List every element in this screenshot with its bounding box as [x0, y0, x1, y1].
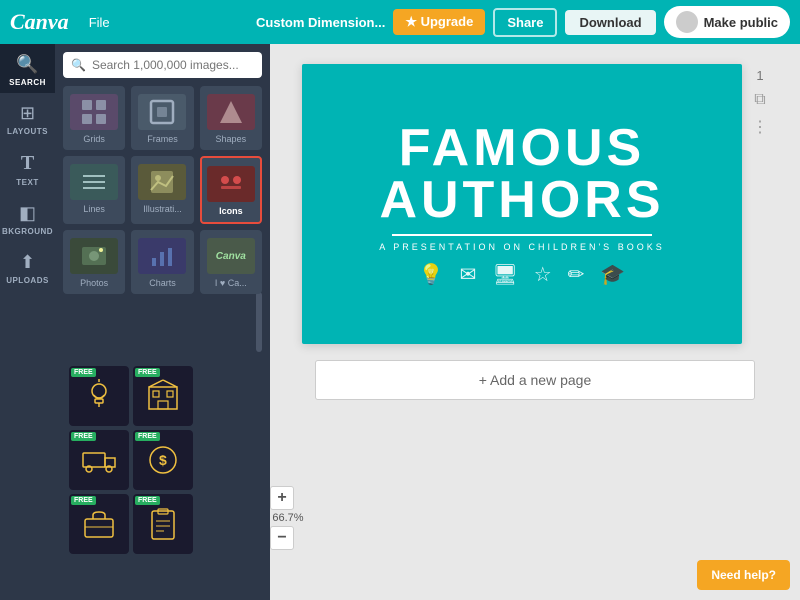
grid-item-lines[interactable]: Lines: [63, 156, 125, 224]
free-badge-5: FREE: [71, 496, 96, 505]
scroll-indicator: [256, 292, 262, 352]
canvas-icon-pencil: ✏: [568, 262, 585, 287]
canvas-icon-grad: 🎓: [600, 262, 625, 287]
search-panel: 🔍 Grids: [55, 44, 270, 600]
canvas-divider: [392, 234, 652, 236]
icon-pack-truck[interactable]: FREE: [69, 430, 129, 490]
icon-pack-briefcase[interactable]: FREE: [69, 494, 129, 554]
search-input-wrapper: 🔍: [63, 52, 262, 78]
canva-label: I ♥ Ca...: [215, 278, 247, 288]
main-layout: 🔍 SEARCH ⊞ LAYOUTS T TEXT ◧ BKGROUND ⬆ U…: [0, 44, 800, 600]
icon-pack-money[interactable]: FREE $: [133, 430, 193, 490]
icons-thumbnail: [207, 166, 255, 202]
app-logo: Canva: [10, 9, 69, 35]
frames-thumbnail: [138, 94, 186, 130]
canva-thumbnail: Canva: [207, 238, 255, 274]
frames-label: Frames: [147, 134, 178, 144]
grid-item-frames[interactable]: Frames: [131, 86, 193, 150]
canvas-subtitle: A PRESENTATION ON CHILDREN'S BOOKS: [379, 242, 664, 252]
grid-item-photos[interactable]: Photos: [63, 230, 125, 294]
svg-text:$: $: [159, 452, 167, 468]
icon-grid: FREE FREE: [69, 366, 256, 554]
make-public-button[interactable]: Make public: [664, 6, 790, 38]
grid-item-illustrations[interactable]: Illustrati...: [131, 156, 193, 224]
uploads-icon: ⬆: [20, 252, 35, 273]
shapes-thumbnail: [207, 94, 255, 130]
background-icon: ◧: [19, 203, 36, 224]
page-number: 1: [752, 68, 768, 83]
sidebar-item-background[interactable]: ◧ BKGROUND: [0, 193, 55, 242]
grid-item-grids[interactable]: Grids: [63, 86, 125, 150]
sidebar-item-search[interactable]: 🔍 SEARCH: [0, 44, 55, 93]
zoom-out-button[interactable]: −: [270, 526, 294, 550]
free-badge-4: FREE: [135, 432, 160, 441]
sidebar-item-text[interactable]: T TEXT: [0, 142, 55, 193]
charts-thumbnail: [138, 238, 186, 274]
design-canvas[interactable]: FAMOUS AUTHORS A PRESENTATION ON CHILDRE…: [302, 64, 742, 344]
sidebar-item-background-label: BKGROUND: [2, 227, 53, 236]
sidebar-icon-bar: 🔍 SEARCH ⊞ LAYOUTS T TEXT ◧ BKGROUND ⬆ U…: [0, 44, 55, 600]
canvas-area: FAMOUS AUTHORS A PRESENTATION ON CHILDRE…: [270, 44, 800, 600]
custom-dimensions-label[interactable]: Custom Dimension...: [256, 15, 385, 30]
sidebar-item-text-label: TEXT: [16, 178, 38, 187]
grid-item-shapes[interactable]: Shapes: [200, 86, 262, 150]
grid-item-canva[interactable]: Canva I ♥ Ca...: [200, 230, 262, 294]
more-options-button[interactable]: ⋮: [752, 117, 768, 137]
canvas-right-controls: 1 ⧉ ⋮: [752, 64, 768, 137]
add-page-button[interactable]: + Add a new page: [315, 360, 755, 400]
free-badge: FREE: [71, 368, 96, 377]
text-icon: T: [21, 152, 34, 175]
free-badge-3: FREE: [71, 432, 96, 441]
shapes-label: Shapes: [216, 134, 247, 144]
free-badge-6: FREE: [135, 496, 160, 505]
zoom-in-button[interactable]: +: [270, 486, 294, 510]
grids-label: Grids: [83, 134, 105, 144]
grids-thumbnail: [70, 94, 118, 130]
lines-label: Lines: [83, 204, 105, 214]
icons-label: Icons: [219, 206, 243, 216]
search-icon-small: 🔍: [71, 58, 86, 72]
copy-page-button[interactable]: ⧉: [752, 91, 768, 109]
illustrations-thumbnail: [138, 164, 186, 200]
free-badge-2: FREE: [135, 368, 160, 377]
zoom-value: 66.7%: [270, 512, 306, 524]
need-help-button[interactable]: Need help?: [697, 560, 790, 590]
canvas-title: FAMOUS AUTHORS: [379, 122, 664, 226]
search-input[interactable]: [92, 58, 254, 72]
lines-thumbnail: [70, 164, 118, 200]
canvas-icon-row: 💡 ✉ 🖥 ☆ ✏ 🎓: [419, 262, 626, 287]
icon-pack-preview: FREE FREE: [63, 360, 262, 592]
icon-pack-clipboard[interactable]: FREE: [133, 494, 193, 554]
sidebar-item-search-label: SEARCH: [9, 78, 46, 87]
photos-thumbnail: [70, 238, 118, 274]
zoom-controls: + 66.7% −: [270, 486, 306, 550]
sidebar-item-uploads-label: UPLOADS: [6, 276, 49, 285]
canvas-icon-plane: ✉: [460, 262, 477, 287]
share-button[interactable]: Share: [493, 8, 557, 37]
elements-grid: Grids Frames Shapes: [63, 86, 262, 294]
layouts-icon: ⊞: [20, 103, 35, 124]
canvas-icon-star: ☆: [534, 262, 552, 287]
search-icon: 🔍: [16, 54, 38, 75]
grid-item-icons[interactable]: Icons: [200, 156, 262, 224]
icon-pack-building[interactable]: FREE: [133, 366, 193, 426]
grid-item-charts[interactable]: Charts: [131, 230, 193, 294]
icon-pack-bulb[interactable]: FREE: [69, 366, 129, 426]
top-navigation: Canva File Custom Dimension... ★ Upgrade…: [0, 0, 800, 44]
sidebar-item-layouts-label: LAYOUTS: [7, 127, 48, 136]
canvas-icon-monitor: 🖥: [492, 262, 517, 287]
sidebar-item-uploads[interactable]: ⬆ UPLOADS: [0, 242, 55, 291]
download-button[interactable]: Download: [565, 10, 655, 35]
canvas-wrapper: FAMOUS AUTHORS A PRESENTATION ON CHILDRE…: [302, 64, 768, 344]
photos-label: Photos: [80, 278, 108, 288]
sidebar-item-layouts[interactable]: ⊞ LAYOUTS: [0, 93, 55, 142]
illustrations-label: Illustrati...: [143, 204, 182, 214]
charts-label: Charts: [149, 278, 176, 288]
upgrade-button[interactable]: ★ Upgrade: [393, 9, 485, 35]
file-menu[interactable]: File: [81, 11, 118, 34]
canvas-icon-bulb: 💡: [419, 262, 444, 287]
